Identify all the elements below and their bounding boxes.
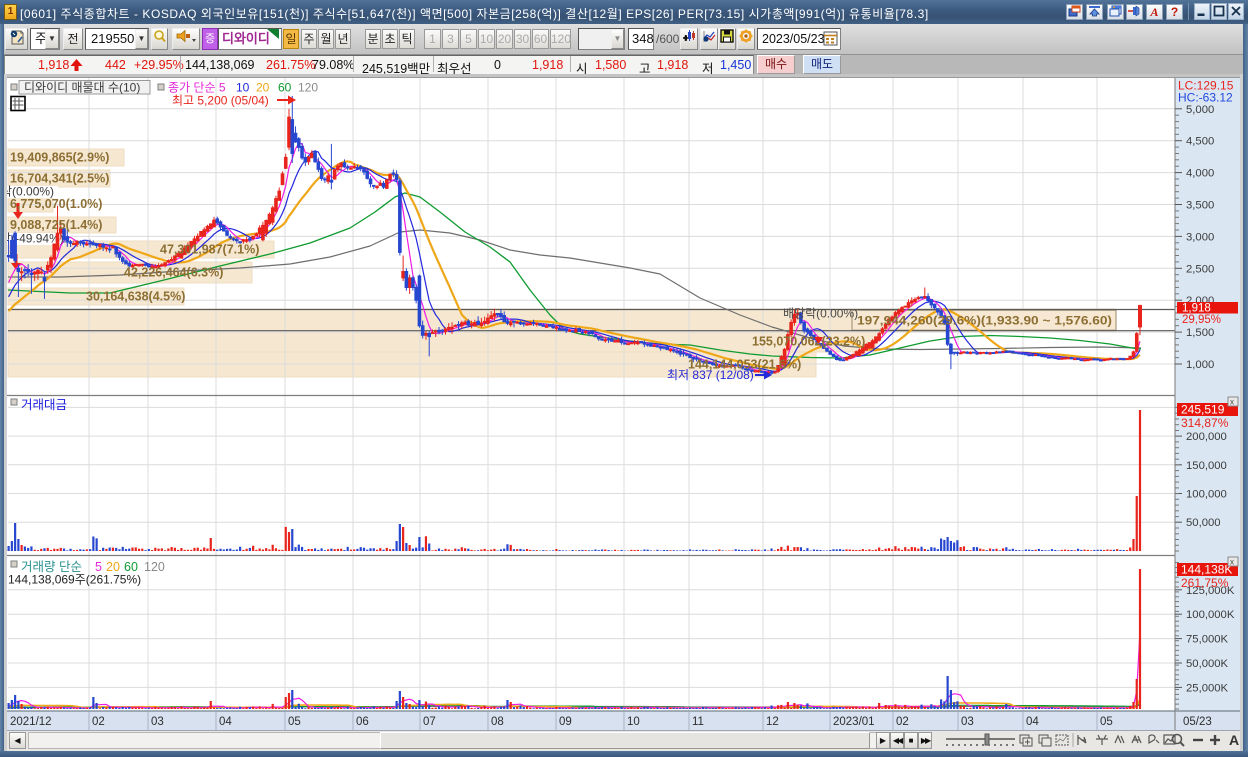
svg-text:A: A: [1229, 732, 1239, 748]
svg-text:1,918: 1,918: [1182, 303, 1211, 315]
svg-text:9,088,725(1.4%): 9,088,725(1.4%): [10, 218, 102, 232]
svg-text:6,775,070(1.0%): 6,775,070(1.0%): [10, 197, 102, 211]
svg-text:47,301,987(7.1%): 47,301,987(7.1%): [160, 243, 259, 257]
svg-text:03: 03: [961, 716, 974, 728]
svg-text:거래대금: 거래대금: [21, 398, 67, 412]
svg-text:100,000: 100,000: [1186, 489, 1227, 501]
svg-text:16,704,341(2.5%): 16,704,341(2.5%): [10, 172, 109, 186]
svg-text:배당락(0.00%): 배당락(0.00%): [783, 307, 858, 321]
svg-text:05/23: 05/23: [1183, 716, 1212, 728]
svg-text:최고 5,200 (05/04): 최고 5,200 (05/04): [172, 94, 269, 108]
svg-text:종가 단순 5: 종가 단순 5: [168, 81, 226, 95]
svg-text:50,000K: 50,000K: [1186, 658, 1229, 670]
svg-text:30,164,638(4.5%): 30,164,638(4.5%): [86, 290, 185, 304]
svg-text:314,87%: 314,87%: [1181, 416, 1229, 430]
svg-text:04: 04: [219, 716, 232, 728]
svg-text:75,000K: 75,000K: [1186, 634, 1229, 646]
svg-text:05: 05: [1100, 716, 1113, 728]
svg-text:12: 12: [766, 716, 779, 728]
svg-text:최저 837 (12/08): 최저 837 (12/08): [667, 368, 754, 382]
svg-text:08: 08: [491, 716, 504, 728]
svg-text:11: 11: [692, 716, 704, 728]
svg-text:20: 20: [256, 81, 270, 95]
svg-text:4,500: 4,500: [1186, 136, 1214, 148]
svg-text:197,944,260(29.6%)(1,933.90 ~: 197,944,260(29.6%)(1,933.90 ~ 1,576.60): [857, 314, 1112, 328]
svg-text:1,000: 1,000: [1186, 359, 1214, 371]
svg-text:200,000: 200,000: [1186, 431, 1227, 443]
svg-text:60: 60: [278, 81, 292, 95]
svg-text:1,500: 1,500: [1186, 327, 1214, 339]
svg-text:25,000K: 25,000K: [1186, 682, 1229, 694]
svg-text:144,138K: 144,138K: [1181, 563, 1232, 577]
svg-text:100,000K: 100,000K: [1186, 609, 1235, 621]
svg-text:5,000: 5,000: [1186, 104, 1214, 116]
svg-text:2,500: 2,500: [1186, 263, 1214, 275]
svg-text:3,000: 3,000: [1186, 231, 1214, 243]
svg-text:120: 120: [144, 560, 165, 574]
svg-text:155,070,062(23.2%): 155,070,062(23.2%): [752, 335, 865, 349]
svg-text:2021/12: 2021/12: [10, 716, 52, 728]
svg-text:150,000: 150,000: [1186, 460, 1227, 472]
svg-text:09: 09: [559, 716, 572, 728]
svg-text:07: 07: [423, 716, 436, 728]
svg-text:04: 04: [1026, 716, 1039, 728]
svg-text:02: 02: [92, 716, 105, 728]
svg-text:29,95%: 29,95%: [1182, 314, 1221, 326]
svg-text:261,75%: 261,75%: [1181, 576, 1229, 590]
svg-text:x: x: [1230, 558, 1234, 567]
svg-text:자락(-49.94%): 자락(-49.94%): [0, 232, 64, 246]
svg-text:120: 120: [298, 81, 318, 95]
svg-text:245,519: 245,519: [1181, 403, 1225, 417]
svg-text:06: 06: [356, 716, 369, 728]
svg-text:2023/01: 2023/01: [833, 716, 875, 728]
svg-text:03: 03: [151, 716, 164, 728]
svg-text:x: x: [1230, 398, 1234, 407]
svg-text:02: 02: [896, 716, 909, 728]
svg-text:10: 10: [236, 81, 250, 95]
svg-text:50,000: 50,000: [1186, 517, 1221, 529]
svg-text:4,000: 4,000: [1186, 168, 1214, 180]
svg-text:19,409,865(2.9%): 19,409,865(2.9%): [10, 151, 109, 165]
svg-text:디와이디 매물대 수(10): 디와이디 매물대 수(10): [24, 81, 140, 95]
svg-text:HC:-63.12: HC:-63.12: [1178, 91, 1233, 105]
svg-text:05: 05: [288, 716, 301, 728]
svg-text:10: 10: [627, 716, 640, 728]
svg-text:3,500: 3,500: [1186, 200, 1214, 212]
svg-text:42,226,464(6.3%): 42,226,464(6.3%): [124, 266, 223, 280]
svg-text:144,138,069주(261.75%): 144,138,069주(261.75%): [8, 573, 141, 587]
